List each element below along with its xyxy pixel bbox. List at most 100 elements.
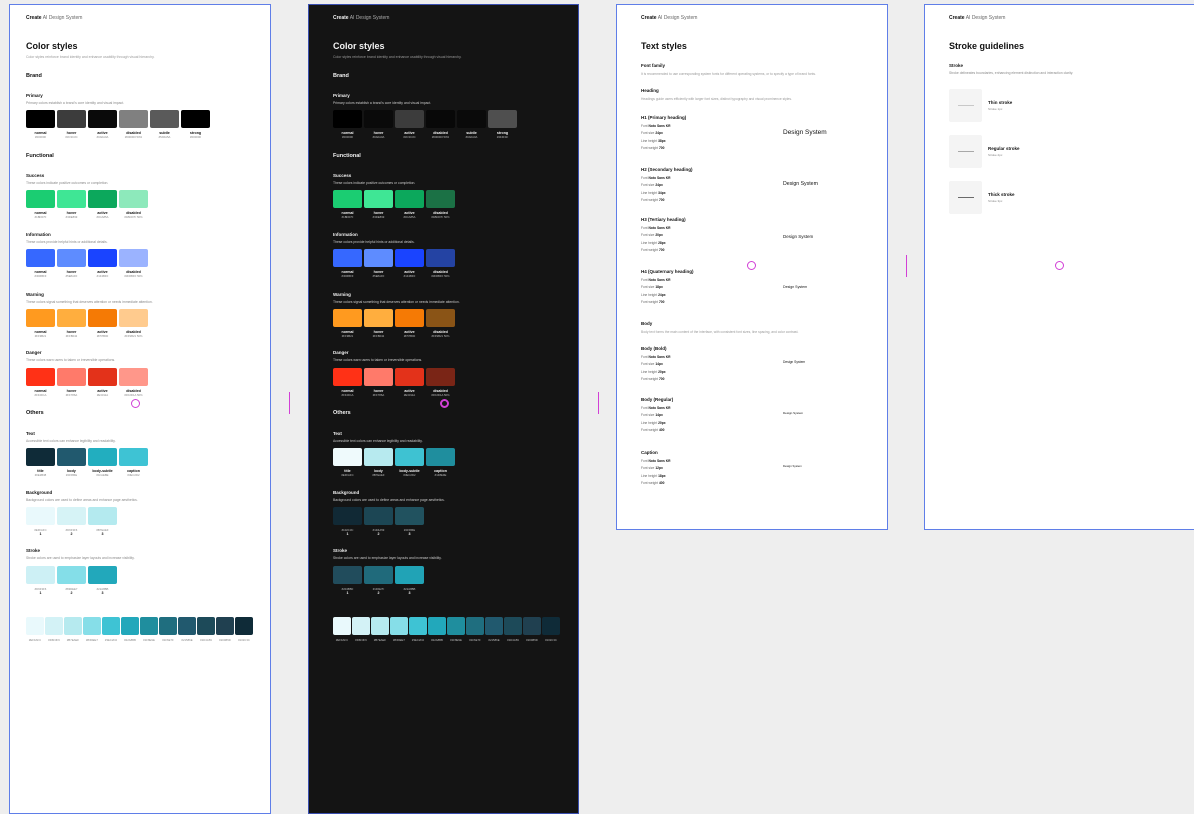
color-swatch[interactable]: disabled #FF9B21 50% xyxy=(426,309,455,338)
color-swatch[interactable]: body-subtle #3EC2D2 xyxy=(395,448,424,477)
color-swatch[interactable]: disabled #FF2D1A 50% xyxy=(119,368,148,397)
color-swatch[interactable]: subtle #0A0A0A xyxy=(457,110,486,139)
swatch-chip[interactable] xyxy=(88,448,117,466)
swatch-chip[interactable] xyxy=(119,368,148,386)
scale-swatch[interactable]: #21586E xyxy=(485,617,503,642)
scale-chip[interactable] xyxy=(542,617,560,635)
scale-chip[interactable] xyxy=(216,617,234,635)
swatch-chip[interactable] xyxy=(57,190,86,208)
swatch-chip[interactable] xyxy=(88,249,117,267)
swatch-chip[interactable] xyxy=(333,110,362,128)
color-swatch[interactable]: title #EFFAFC xyxy=(333,448,362,477)
scale-swatch[interactable]: #3EC2D2 xyxy=(409,617,427,642)
scale-chip[interactable] xyxy=(523,617,541,635)
color-swatch[interactable]: disabled #1BD07F 50% xyxy=(426,190,455,219)
scale-chip[interactable] xyxy=(235,617,253,635)
swatch-chip[interactable] xyxy=(88,368,117,386)
color-swatch[interactable]: hover #5E8AFF xyxy=(364,249,393,278)
swatch-chip[interactable] xyxy=(26,507,55,525)
resize-handle[interactable] xyxy=(906,255,907,277)
scale-chip[interactable] xyxy=(466,617,484,635)
swatch-chip[interactable] xyxy=(88,309,117,327)
scale-swatch[interactable]: #204B5D xyxy=(216,617,234,642)
swatch-chip[interactable] xyxy=(88,507,117,525)
scale-swatch[interactable]: #B7EAEF xyxy=(64,617,82,642)
scale-chip[interactable] xyxy=(197,617,215,635)
swatch-chip[interactable] xyxy=(333,507,362,525)
color-swatch[interactable]: normal #3D6BFF xyxy=(333,249,362,278)
color-swatch[interactable]: hover #0A0A0A xyxy=(364,110,393,139)
color-swatch[interactable]: active #F57B00 xyxy=(88,309,117,338)
swatch-chip[interactable] xyxy=(181,110,210,128)
scale-swatch[interactable]: #D6F3F6 xyxy=(45,617,63,642)
swatch-chip[interactable] xyxy=(119,190,148,208)
color-swatch[interactable]: disabled #000000 50% xyxy=(426,110,455,139)
color-swatch[interactable]: body #21586E xyxy=(57,448,86,477)
scale-swatch[interactable]: #1D4A59 xyxy=(504,617,522,642)
scale-chip[interactable] xyxy=(178,617,196,635)
scale-chip[interactable] xyxy=(83,617,101,635)
swatch-chip[interactable] xyxy=(333,368,362,386)
color-swatch[interactable]: hover #3DE899 xyxy=(57,190,86,219)
scale-swatch[interactable]: #102C3C xyxy=(542,617,560,642)
color-swatch[interactable]: disabled #3D6BFF 50% xyxy=(426,249,455,278)
swatch-chip[interactable] xyxy=(88,190,117,208)
resize-handle[interactable] xyxy=(289,392,290,414)
swatch-chip[interactable] xyxy=(395,309,424,327)
pin-marker[interactable] xyxy=(131,399,140,408)
color-swatch[interactable]: #1D4A59 2 xyxy=(364,507,393,536)
scale-swatch[interactable]: #204B5D xyxy=(523,617,541,642)
scale-chip[interactable] xyxy=(333,617,351,635)
scale-chip[interactable] xyxy=(504,617,522,635)
swatch-chip[interactable] xyxy=(57,309,86,327)
color-swatch[interactable]: normal #FF9B21 xyxy=(333,309,362,338)
swatch-chip[interactable] xyxy=(426,368,455,386)
swatch-chip[interactable] xyxy=(119,110,148,128)
swatch-chip[interactable] xyxy=(364,368,393,386)
color-swatch[interactable]: disabled #FF9B21 50% xyxy=(119,309,148,338)
pin-marker[interactable] xyxy=(1055,261,1064,270)
swatch-chip[interactable] xyxy=(26,249,55,267)
color-swatch[interactable]: #EFFAFC 1 xyxy=(26,507,55,536)
stroke-guidelines-board[interactable]: Create AI Design System Stroke guideline… xyxy=(924,4,1194,530)
scale-swatch[interactable]: #D6F3F6 xyxy=(352,617,370,642)
pin-marker[interactable] xyxy=(747,261,756,270)
color-swatch[interactable]: caption #3EC2D2 xyxy=(119,448,148,477)
scale-swatch[interactable]: #1D4A59 xyxy=(197,617,215,642)
color-swatch[interactable]: body-subtle #1FAEBE xyxy=(88,448,117,477)
swatch-chip[interactable] xyxy=(488,110,517,128)
color-swatch[interactable]: hover #FFB042 xyxy=(57,309,86,338)
swatch-chip[interactable] xyxy=(26,110,55,128)
color-swatch[interactable]: active #F57B00 xyxy=(395,309,424,338)
swatch-chip[interactable] xyxy=(395,190,424,208)
scale-swatch[interactable]: #B7EAEF xyxy=(371,617,389,642)
swatch-chip[interactable] xyxy=(57,448,86,466)
color-swatch[interactable]: #B7EAEF 3 xyxy=(88,507,117,536)
color-swatch[interactable]: normal #000000 xyxy=(333,110,362,139)
color-swatch[interactable]: disabled #1BD07F 50% xyxy=(119,190,148,219)
color-swatch[interactable]: body #B7EAEF xyxy=(364,448,393,477)
swatch-chip[interactable] xyxy=(395,110,424,128)
scale-chip[interactable] xyxy=(102,617,120,635)
swatch-chip[interactable] xyxy=(426,309,455,327)
color-swatch[interactable]: title #0E2B38 xyxy=(26,448,55,477)
scale-swatch[interactable]: #1F6E7F xyxy=(159,617,177,642)
swatch-chip[interactable] xyxy=(426,448,455,466)
scale-swatch[interactable]: #83DEE7 xyxy=(83,617,101,642)
swatch-chip[interactable] xyxy=(57,566,86,584)
color-swatch[interactable]: hover #FFB042 xyxy=(364,309,393,338)
color-swatch[interactable]: #102C3C 1 xyxy=(333,507,362,536)
color-swatch[interactable]: active #0A0A0A xyxy=(88,110,117,139)
scale-chip[interactable] xyxy=(428,617,446,635)
swatch-chip[interactable] xyxy=(57,249,86,267)
swatch-chip[interactable] xyxy=(26,448,55,466)
color-swatch[interactable]: #D6F3F6 2 xyxy=(57,507,86,536)
color-styles-dark-board[interactable]: Create AI Design System Color styles Col… xyxy=(308,4,579,814)
scale-chip[interactable] xyxy=(352,617,370,635)
scale-swatch[interactable]: #102C3C xyxy=(235,617,253,642)
color-swatch[interactable]: normal #FF2D1A xyxy=(333,368,362,397)
color-swatch[interactable]: hover #3C3C3C xyxy=(57,110,86,139)
color-swatch[interactable]: hover #FF786A xyxy=(364,368,393,397)
resize-handle[interactable] xyxy=(598,392,599,414)
swatch-chip[interactable] xyxy=(333,309,362,327)
